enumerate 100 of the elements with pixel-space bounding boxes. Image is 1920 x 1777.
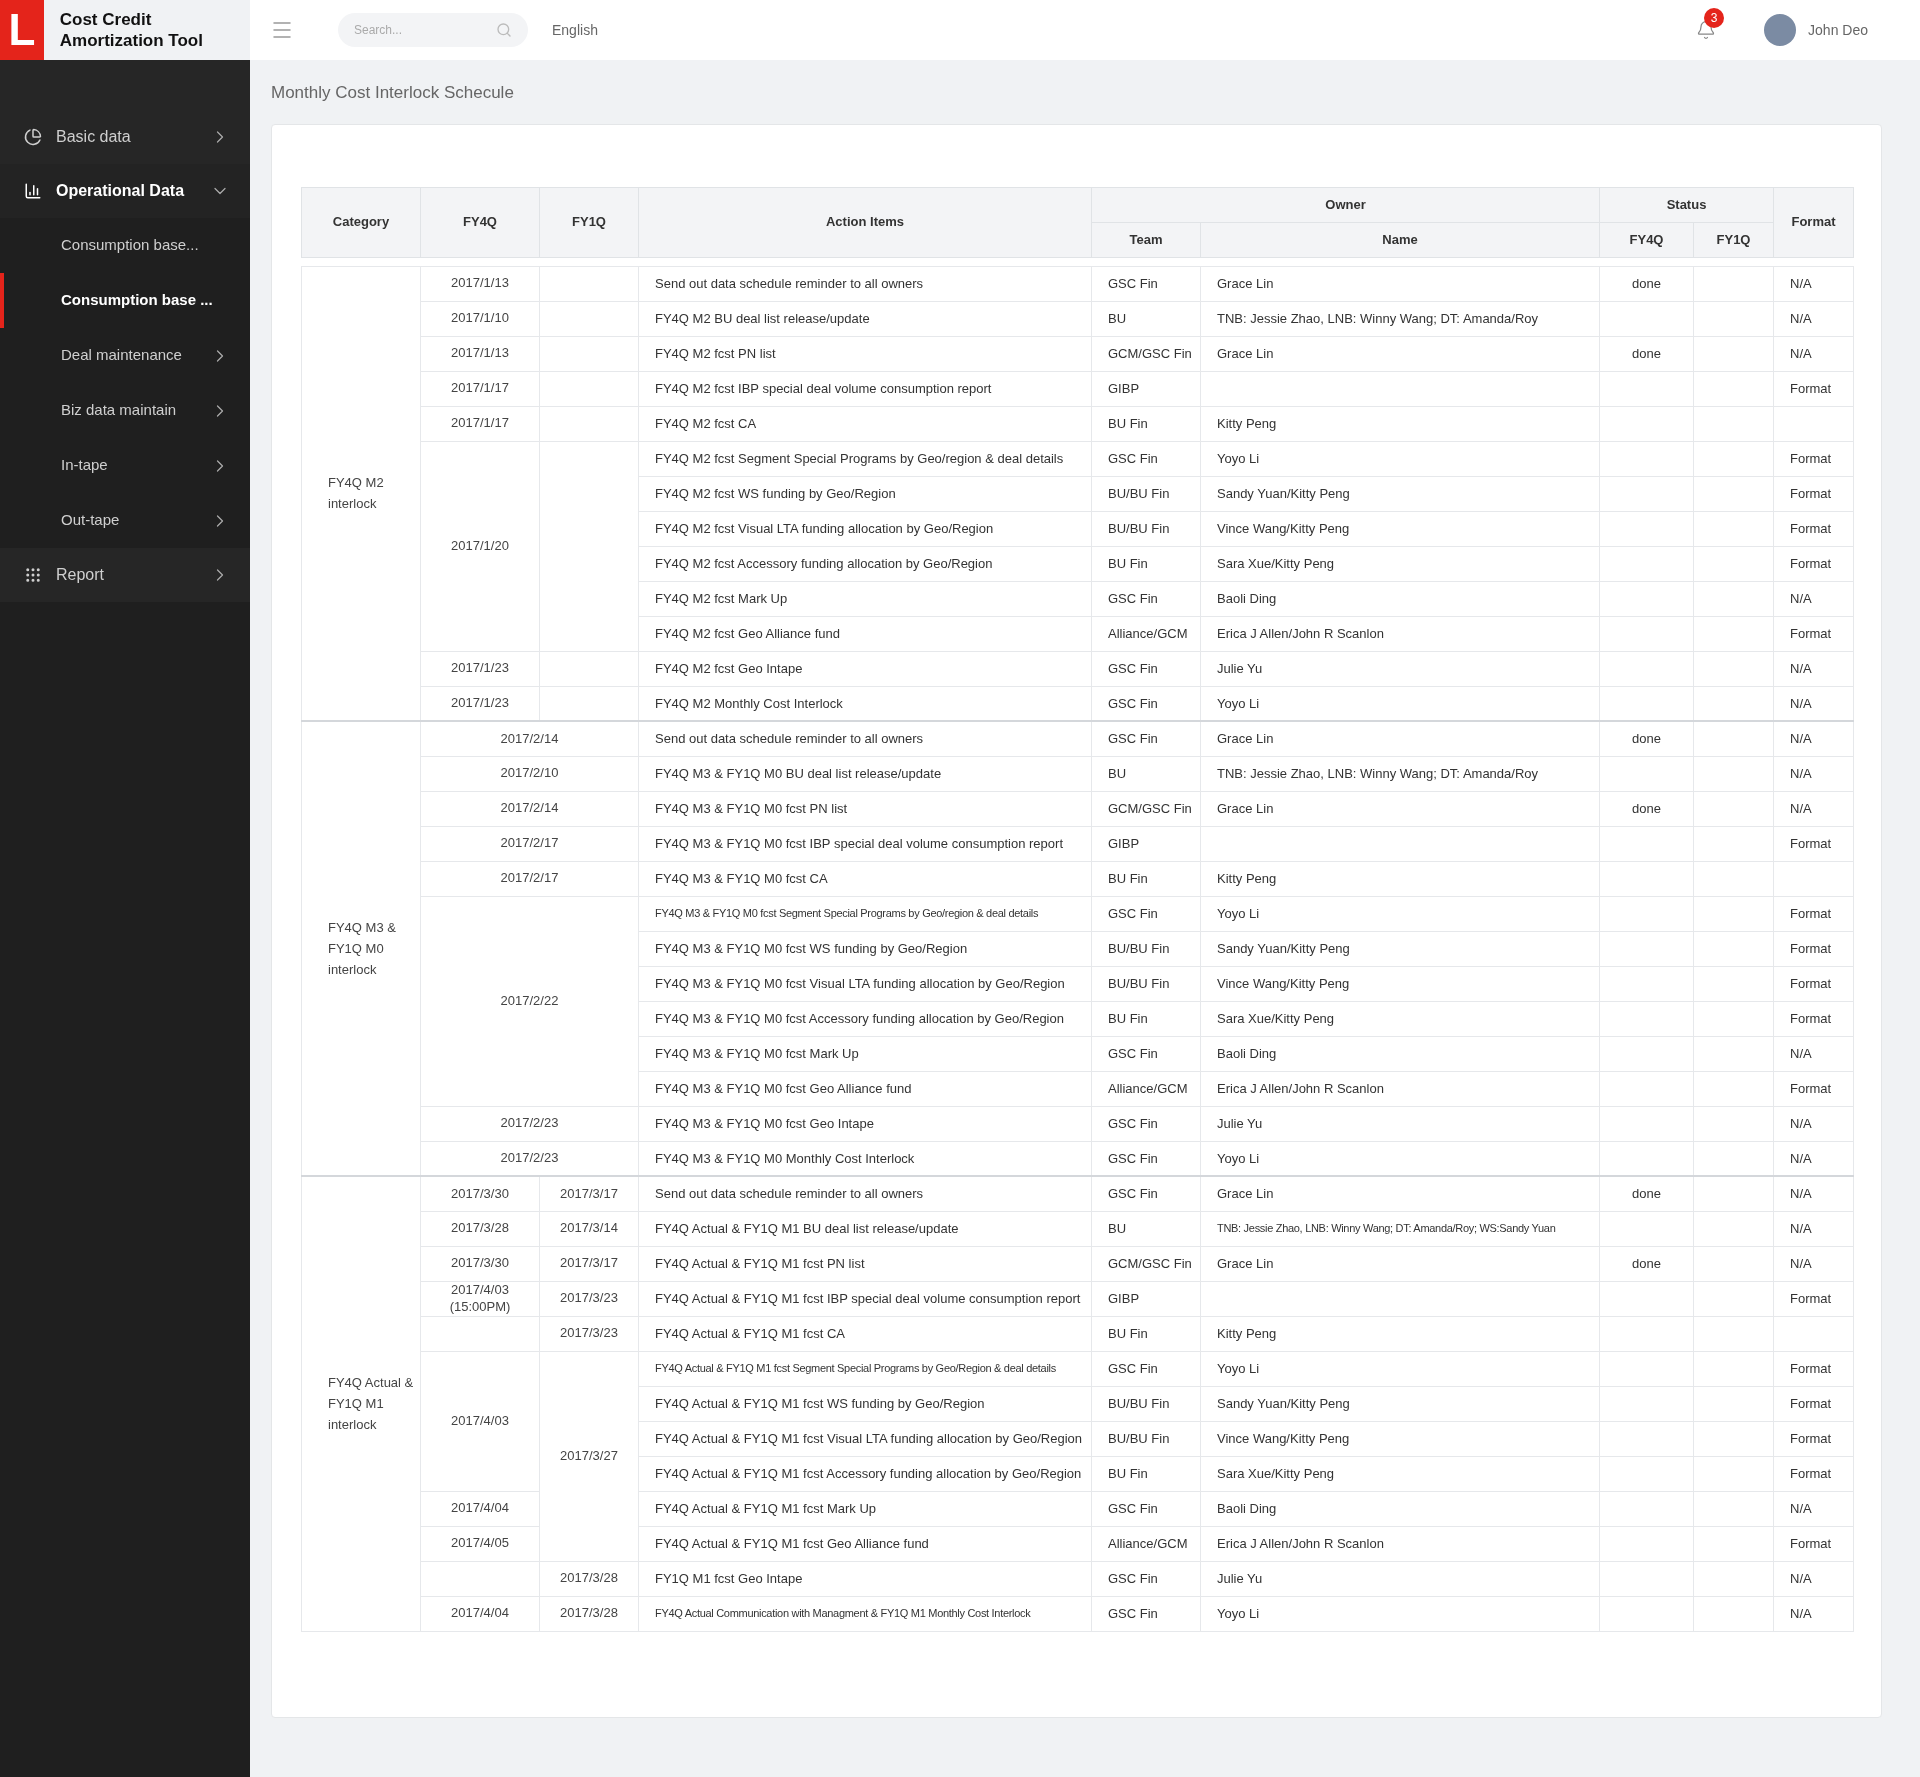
table-cell: 2017/4/04 (420, 1596, 540, 1631)
table-cell: Vince Wang/Kitty Peng (1200, 966, 1600, 1001)
table-cell: FY4Q M2 fcst Accessory funding allocation by Geo/Region (638, 546, 1092, 581)
table-cell: Format (1773, 1386, 1854, 1421)
page-title: Monthly Cost Interlock Schecule (271, 82, 515, 104)
table-cell: Julie Yu (1200, 1106, 1600, 1141)
table-cell: FY4Q Actual & FY1Q M1 fcst Visual LTA funding allocation by Geo/Region (638, 1421, 1092, 1456)
table-cell: FY4Q Actual & FY1Q M1 fcst IBP special deal volume consumption report (638, 1281, 1092, 1316)
table-cell: 2017/3/30 (420, 1176, 540, 1211)
column-header: FY1Q (572, 214, 606, 230)
table-cell: 2017/2/10 (420, 756, 639, 791)
table-cell: Grace Lin (1200, 791, 1600, 826)
language-selector[interactable]: English (552, 19, 598, 41)
table-cell: FY4Q M2 fcst CA (638, 406, 1092, 441)
table-cell: 2017/1/13 (420, 336, 540, 371)
sidebar-subitem[interactable]: Biz data maintain (0, 383, 250, 438)
table-cell: Yoyo Li (1200, 1351, 1600, 1386)
table-cell: Grace Lin (1200, 721, 1600, 756)
table-cell: FY4Q Actual & FY1Q M1 fcst CA (638, 1316, 1092, 1351)
table-cell: Yoyo Li (1200, 896, 1600, 931)
table-cell: Sandy Yuan/Kitty Peng (1200, 1386, 1600, 1421)
table-cell: TNB: Jessie Zhao, LNB: Winny Wang; DT: Amanda/Roy (1200, 756, 1600, 791)
table-cell: BU Fin (1091, 1456, 1201, 1491)
table-cell: Format (1773, 1351, 1854, 1386)
bell-icon[interactable] (1696, 20, 1717, 40)
sidebar-item[interactable]: Report (0, 548, 250, 602)
table-cell: Format (1773, 371, 1854, 406)
sidebar-subitem[interactable]: Consumption base... (0, 218, 250, 273)
table-cell: BU (1091, 756, 1201, 791)
table-cell: FY4Q Actual & FY1Q M1 fcst Geo Alliance fund (638, 1526, 1092, 1561)
table-cell: FY4Q M2 fcst Geo Intape (638, 651, 1092, 686)
table-cell: FY4Q M3 & FY1Q M0 fcst IBP special deal volume consumption report (638, 826, 1092, 861)
table-cell: GSC Fin (1091, 1106, 1201, 1141)
sidebar-item[interactable]: Basic data (0, 110, 250, 164)
table-cell: FY4Q M3 & FY1Q M0 fcst Visual LTA funding allocation by Geo/Region (638, 966, 1092, 1001)
sidebar-subitem[interactable]: In-tape (0, 438, 250, 493)
table-cell: GSC Fin (1091, 581, 1201, 616)
table-cell: Kitty Peng (1200, 406, 1600, 441)
table-cell: FY4Q M2 fcst Geo Alliance fund (638, 616, 1092, 651)
table-cell: GIBP (1091, 826, 1201, 861)
table-cell: 2017/2/22 (420, 896, 639, 1106)
table-cell: GSC Fin (1091, 1351, 1201, 1386)
column-header: FY1Q (1716, 231, 1751, 247)
table-cell: 2017/1/13 (420, 266, 540, 301)
table-cell: done (1599, 1176, 1694, 1211)
table-cell: GSC Fin (1091, 651, 1201, 686)
table-cell: N/A (1773, 266, 1854, 301)
table-cell: N/A (1773, 721, 1854, 756)
table-cell: Format (1773, 476, 1854, 511)
table-cell: Format (1773, 966, 1854, 1001)
table-cell: BU (1091, 1211, 1201, 1246)
table-cell: GSC Fin (1091, 266, 1201, 301)
table-cell: GSC Fin (1091, 441, 1201, 476)
table-cell: 2017/2/14 (420, 791, 639, 826)
search-field[interactable]: Search... (338, 13, 528, 47)
table-cell: GIBP (1091, 371, 1201, 406)
table-cell: 2017/3/28 (539, 1596, 639, 1631)
table-cell: FY4Q M3 & FY1Q M0 fcst Accessory funding allocation by Geo/Region (638, 1001, 1092, 1036)
table-cell: N/A (1773, 651, 1854, 686)
table-cell: GSC Fin (1091, 1491, 1201, 1526)
table-cell: BU Fin (1091, 861, 1201, 896)
table-cell: done (1599, 721, 1694, 756)
sidebar-subitem[interactable]: Out-tape (0, 493, 250, 548)
avatar[interactable] (1764, 14, 1797, 46)
sidebar-subitem[interactable]: Deal maintenance (0, 328, 250, 383)
user-name[interactable]: John Deo (1808, 19, 1868, 41)
table-cell: FY4Q M2 fcst Mark Up (638, 581, 1092, 616)
table-cell: GCM/GSC Fin (1091, 336, 1201, 371)
table-cell: 2017/4/03 (420, 1351, 540, 1491)
table-cell: FY4Q M2 fcst PN list (638, 336, 1092, 371)
search-icon (496, 22, 512, 38)
table-cell: N/A (1773, 1176, 1854, 1211)
sidebar-icon (24, 128, 42, 146)
table-cell: FY1Q M1 fcst Geo Intape (638, 1561, 1092, 1596)
sidebar-item[interactable]: Operational Data (0, 164, 250, 218)
table-cell: Yoyo Li (1200, 1596, 1600, 1631)
table-cell: N/A (1773, 756, 1854, 791)
table-cell: GSC Fin (1091, 1036, 1201, 1071)
table-cell: FY4Q M3 & FY1Q M0 fcst WS funding by Geo/Region (638, 931, 1092, 966)
table-cell: BU/BU Fin (1091, 476, 1201, 511)
table-cell: Format (1773, 1526, 1854, 1561)
table-cell: BU Fin (1091, 1316, 1201, 1351)
table-cell: FY4Q M2 fcst Segment Special Programs by Geo/region & deal details (638, 441, 1092, 476)
table-cell: 2017/3/30 (420, 1246, 540, 1281)
table-cell: GSC Fin (1091, 1561, 1201, 1596)
table-cell: N/A (1773, 336, 1854, 371)
table-cell: FY4Q M3 & FY1Q M0 fcst CA (638, 861, 1092, 896)
sidebar-subitem[interactable]: Consumption base ... (0, 273, 250, 328)
table-cell: Baoli Ding (1200, 1491, 1600, 1526)
table-cell: Sara Xue/Kitty Peng (1200, 1456, 1600, 1491)
table-cell: done (1599, 266, 1694, 301)
table-cell: N/A (1773, 1561, 1854, 1596)
table-cell: N/A (1773, 1246, 1854, 1281)
table-cell: 2017/1/10 (420, 301, 540, 336)
table-cell: BU/BU Fin (1091, 966, 1201, 1001)
table-cell: Format (1773, 1456, 1854, 1491)
table-cell: Grace Lin (1200, 336, 1600, 371)
table-cell: 2017/2/14 (420, 721, 639, 756)
table-cell: Format (1773, 511, 1854, 546)
table-cell: 2017/1/20 (420, 441, 540, 651)
